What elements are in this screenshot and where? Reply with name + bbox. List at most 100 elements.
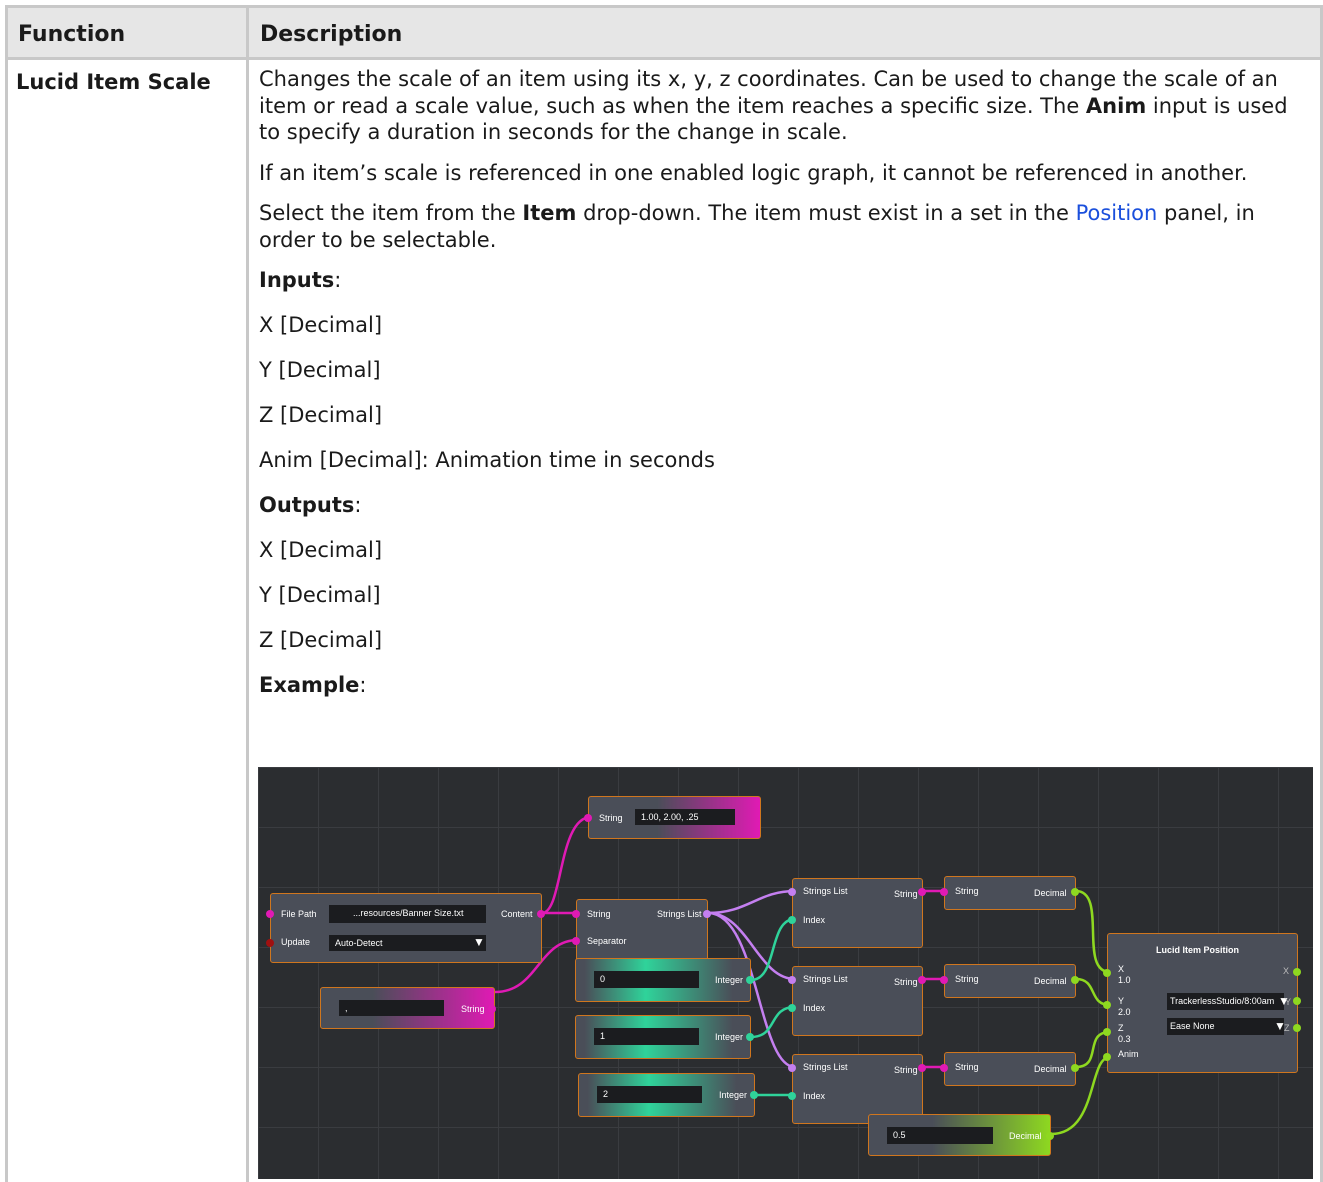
integer-value-field[interactable]: 2 bbox=[597, 1086, 702, 1103]
port-label: Decimal bbox=[1034, 888, 1067, 898]
node-title: Lucid Item Position bbox=[1156, 945, 1240, 955]
port-dot[interactable] bbox=[746, 976, 754, 984]
port-dot[interactable] bbox=[788, 1092, 796, 1100]
header-function: Function bbox=[18, 22, 126, 47]
port-dot[interactable] bbox=[266, 910, 274, 918]
string-to-decimal-node[interactable]: String Decimal bbox=[940, 964, 1079, 998]
port-dot[interactable] bbox=[788, 976, 796, 984]
port-value: 2.0 bbox=[1118, 1007, 1131, 1017]
port-label: Z bbox=[1284, 1023, 1290, 1033]
port-dot[interactable] bbox=[488, 1005, 496, 1013]
port-dot[interactable] bbox=[1103, 1028, 1111, 1036]
port-dot[interactable] bbox=[788, 1004, 796, 1012]
port-dot[interactable] bbox=[572, 937, 580, 945]
inputs-label: Inputs bbox=[259, 268, 335, 292]
port-label: Index bbox=[803, 1091, 826, 1101]
file-path-node[interactable]: File Path ...resources/Banner Size.txt C… bbox=[266, 893, 545, 963]
port-dot[interactable] bbox=[918, 888, 926, 896]
port-dot[interactable] bbox=[1293, 997, 1301, 1005]
port-dot[interactable] bbox=[1071, 1064, 1079, 1072]
integer-node[interactable]: 2 Integer bbox=[578, 1073, 758, 1117]
port-dot[interactable] bbox=[1046, 1132, 1054, 1140]
colon: : bbox=[334, 268, 342, 292]
example-graph-screenshot: String 1.00, 2.00, .25 File Path ...reso… bbox=[258, 767, 1313, 1179]
input-item: Anim [Decimal]: Animation time in second… bbox=[259, 448, 715, 472]
port-dot[interactable] bbox=[788, 888, 796, 896]
node-label: Integer bbox=[715, 975, 744, 985]
port-dot[interactable] bbox=[1103, 1053, 1111, 1061]
port-dot[interactable] bbox=[750, 1091, 758, 1099]
strings-list-node[interactable]: Strings List String Index bbox=[788, 966, 926, 1036]
node-label: Decimal bbox=[1009, 1131, 1042, 1141]
port-dot[interactable] bbox=[266, 939, 274, 947]
integer-node[interactable]: 0 Integer bbox=[575, 958, 754, 1002]
port-label: Index bbox=[803, 915, 826, 925]
string-to-decimal-node[interactable]: String Decimal bbox=[940, 1052, 1079, 1086]
integer-value-field[interactable]: 0 bbox=[594, 971, 699, 988]
update-dropdown[interactable]: Auto-Detect bbox=[329, 935, 486, 951]
item-dropdown[interactable]: TrackerlessStudio/8:00am bbox=[1167, 993, 1284, 1010]
port-label: Z bbox=[1118, 1023, 1124, 1033]
port-label: String bbox=[587, 909, 611, 919]
port-dot[interactable] bbox=[940, 1064, 948, 1072]
port-dot[interactable] bbox=[703, 910, 711, 918]
node-label: Integer bbox=[719, 1090, 748, 1100]
integer-node[interactable]: 1 Integer bbox=[575, 1015, 754, 1059]
description-paragraph: If an item’s scale is referenced in one … bbox=[259, 160, 1248, 185]
port-label: Decimal bbox=[1034, 976, 1067, 986]
ease-dropdown[interactable]: Ease None bbox=[1167, 1018, 1284, 1035]
outputs-label: Outputs bbox=[259, 493, 355, 517]
node-label: String bbox=[599, 813, 623, 823]
node-label: Integer bbox=[715, 1032, 744, 1042]
colon: : bbox=[359, 673, 367, 697]
port-label: Strings List bbox=[657, 909, 702, 919]
port-label: Strings List bbox=[803, 886, 848, 896]
text: Select the item from the bbox=[259, 201, 523, 225]
decimal-value-field[interactable]: 0.5 bbox=[887, 1127, 993, 1144]
port-dot[interactable] bbox=[1293, 1024, 1301, 1032]
separator-value-field[interactable]: , bbox=[339, 1000, 444, 1016]
decimal-node[interactable]: 0.5 Decimal bbox=[868, 1114, 1054, 1156]
wire bbox=[707, 889, 796, 915]
strings-list-node[interactable]: Strings List String Index bbox=[788, 878, 926, 948]
example-heading: Example: bbox=[259, 672, 1309, 717]
port-dot[interactable] bbox=[537, 910, 545, 918]
colon: : bbox=[354, 493, 362, 517]
input-item: Y [Decimal] bbox=[259, 358, 381, 382]
port-dot[interactable] bbox=[940, 976, 948, 984]
position-link[interactable]: Position bbox=[1076, 201, 1158, 225]
description-cell: Changes the scale of an item using its x… bbox=[259, 66, 1309, 717]
example-label: Example bbox=[259, 673, 360, 697]
port-dot[interactable] bbox=[1071, 888, 1079, 896]
string-node-top[interactable]: String 1.00, 2.00, .25 bbox=[584, 796, 761, 839]
description-paragraph: Changes the scale of an item using its x… bbox=[259, 66, 1309, 146]
lucid-item-position-node[interactable]: Lucid Item Position X 1.0 Y 2.0 Z 0.3 An… bbox=[1103, 933, 1301, 1073]
port-dot[interactable] bbox=[1103, 969, 1111, 977]
file-path-field[interactable]: ...resources/Banner Size.txt bbox=[329, 905, 486, 923]
text: drop-down. The item must exist in a set … bbox=[576, 201, 1076, 225]
port-dot[interactable] bbox=[918, 976, 926, 984]
port-label: Anim bbox=[1118, 1049, 1139, 1059]
port-dot[interactable] bbox=[788, 916, 796, 924]
port-dot[interactable] bbox=[572, 910, 580, 918]
inputs-heading: Inputs: bbox=[259, 267, 1309, 312]
port-dot[interactable] bbox=[788, 1064, 796, 1072]
port-label: String bbox=[894, 977, 918, 987]
string-to-decimal-node[interactable]: String Decimal bbox=[940, 876, 1079, 910]
port-label: Update bbox=[281, 937, 311, 947]
port-dot[interactable] bbox=[746, 1033, 754, 1041]
port-dot[interactable] bbox=[584, 814, 592, 822]
port-value: 0.3 bbox=[1118, 1034, 1131, 1044]
string-value-field[interactable]: 1.00, 2.00, .25 bbox=[635, 809, 735, 825]
node-label: File Path bbox=[281, 909, 317, 919]
port-dot[interactable] bbox=[918, 1064, 926, 1072]
port-dot[interactable] bbox=[1071, 976, 1079, 984]
integer-value-field[interactable]: 1 bbox=[594, 1028, 699, 1045]
port-dot[interactable] bbox=[940, 888, 948, 896]
separator-string-node[interactable]: , String bbox=[320, 987, 496, 1029]
port-dot[interactable] bbox=[1293, 968, 1301, 976]
port-label: Y bbox=[1285, 997, 1292, 1007]
port-dot[interactable] bbox=[1103, 1001, 1111, 1009]
port-label: Strings List bbox=[803, 1062, 848, 1072]
input-item: X [Decimal] bbox=[259, 313, 383, 337]
